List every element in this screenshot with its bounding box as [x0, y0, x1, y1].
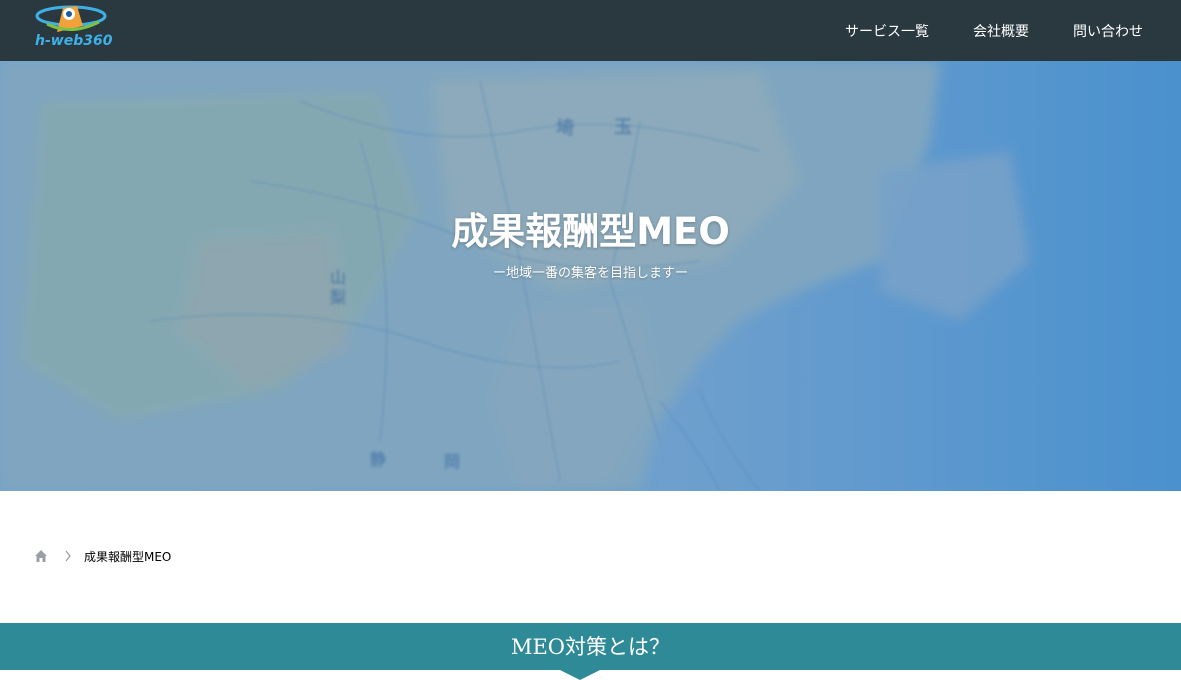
chevron-right-icon	[65, 550, 71, 562]
section-arrow-decoration	[560, 670, 600, 680]
section-title: MEO対策とは？	[510, 635, 671, 659]
section-header: MEO対策とは？	[0, 623, 1181, 670]
breadcrumb-current: 成果報酬型MEO	[84, 549, 172, 564]
page-subtitle: ー地域一番の集客を目指しますー	[492, 266, 688, 281]
breadcrumb: 成果報酬型MEO	[34, 548, 171, 564]
nav-item-contact[interactable]: 問い合わせ	[1073, 21, 1143, 41]
site-logo[interactable]: h-web360	[33, 2, 113, 54]
page-title: 成果報酬型MEO	[451, 210, 730, 253]
nav-item-services[interactable]: サービス一覧	[845, 21, 929, 41]
logo-text: h-web360	[35, 33, 113, 49]
home-icon[interactable]	[34, 549, 48, 563]
site-header: h-web360 サービス一覧 会社概要 問い合わせ	[0, 0, 1181, 61]
hero-banner: 埼 玉 山 梨 静 岡 成果報酬型MEO ー地域一番の集客を目指しますー	[0, 61, 1181, 491]
main-nav: サービス一覧 会社概要 問い合わせ	[801, 0, 1143, 61]
nav-item-company[interactable]: 会社概要	[973, 21, 1029, 41]
